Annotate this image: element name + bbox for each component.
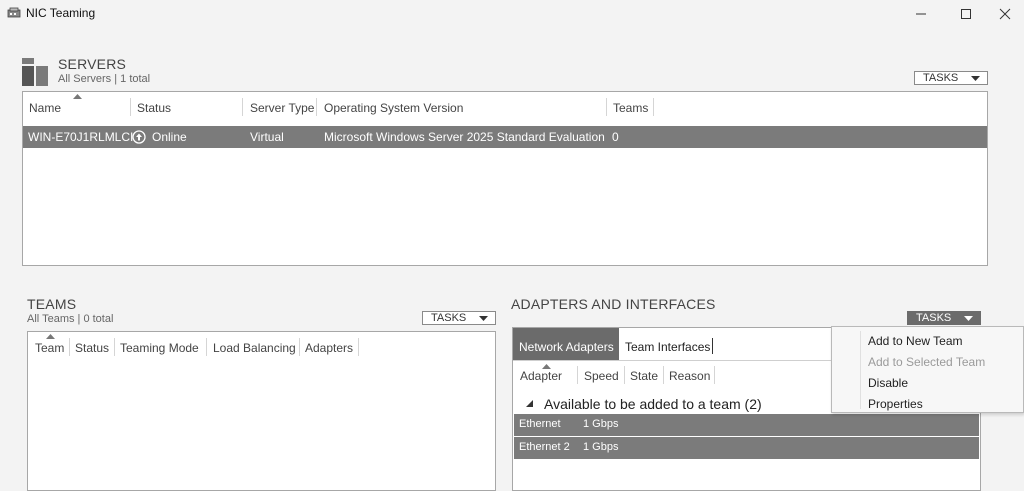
column-divider[interactable] xyxy=(714,366,715,384)
tab-label: Team Interfaces xyxy=(625,340,711,354)
online-status-icon xyxy=(132,130,146,144)
servers-table-header: Name Status Server Type Operating System… xyxy=(23,92,987,122)
teams-tasks-label: TASKS xyxy=(431,312,467,324)
tab-divider xyxy=(712,338,713,354)
column-divider[interactable] xyxy=(114,338,115,356)
maximize-icon xyxy=(961,9,971,19)
title-bar xyxy=(0,0,1024,28)
minimize-icon xyxy=(916,13,926,15)
column-divider[interactable] xyxy=(69,338,70,356)
teams-tasks-button[interactable]: TASKS xyxy=(422,311,496,325)
column-header-team[interactable]: Team xyxy=(35,341,64,355)
minimize-button[interactable] xyxy=(898,0,944,28)
menu-item-disable[interactable]: Disable xyxy=(868,376,908,390)
column-divider[interactable] xyxy=(653,98,654,116)
column-header-teaming-mode[interactable]: Teaming Mode xyxy=(120,341,199,355)
teams-table: Team Status Teaming Mode Load Balancing … xyxy=(27,331,496,491)
close-button[interactable] xyxy=(982,0,1024,28)
adapters-tasks-label: TASKS xyxy=(916,312,952,324)
column-divider[interactable] xyxy=(663,366,664,384)
server-status-cell: Online xyxy=(152,130,187,144)
adapter-name-cell: Ethernet xyxy=(519,418,561,430)
server-type-cell: Virtual xyxy=(250,130,284,144)
column-divider[interactable] xyxy=(242,98,243,116)
close-icon xyxy=(999,8,1011,20)
column-header-load-balancing[interactable]: Load Balancing xyxy=(213,341,296,355)
column-divider[interactable] xyxy=(577,366,578,384)
os-version-cell: Microsoft Windows Server 2025 Standard E… xyxy=(324,130,605,144)
column-header-status[interactable]: Status xyxy=(137,101,171,115)
column-header-name[interactable]: Name xyxy=(29,101,61,115)
adapters-title: ADAPTERS AND INTERFACES xyxy=(511,296,716,312)
window-title: NIC Teaming xyxy=(26,6,96,20)
server-name-cell: WIN-E70J1RLMLCI xyxy=(28,130,134,144)
column-divider[interactable] xyxy=(606,98,607,116)
adapter-speed-cell: 1 Gbps xyxy=(583,441,619,453)
adapter-speed-cell: 1 Gbps xyxy=(583,418,619,430)
tab-network-adapters[interactable]: Network Adapters xyxy=(513,328,619,360)
column-header-os-version[interactable]: Operating System Version xyxy=(324,101,463,115)
menu-item-properties[interactable]: Properties xyxy=(868,397,923,411)
teams-title: TEAMS xyxy=(27,296,77,312)
chevron-down-icon xyxy=(479,316,488,321)
chevron-down-icon xyxy=(971,76,980,81)
column-header-server-type[interactable]: Server Type xyxy=(250,101,314,115)
servers-icon xyxy=(22,58,50,89)
table-row[interactable]: Ethernet 2 1 Gbps xyxy=(514,437,979,459)
sort-ascending-icon xyxy=(73,94,82,99)
servers-tasks-label: TASKS xyxy=(923,72,959,84)
column-divider[interactable] xyxy=(299,338,300,356)
servers-subtitle: All Servers | 1 total xyxy=(58,73,151,85)
menu-item-add-to-selected-team[interactable]: Add to Selected Team xyxy=(868,355,985,369)
column-header-speed[interactable]: Speed xyxy=(584,369,619,383)
column-divider[interactable] xyxy=(358,338,359,356)
chevron-down-icon xyxy=(964,316,973,321)
table-row[interactable]: Ethernet 1 Gbps xyxy=(514,414,979,436)
table-row[interactable]: WIN-E70J1RLMLCI Online Virtual Microsoft… xyxy=(23,126,987,148)
servers-tasks-button[interactable]: TASKS xyxy=(914,71,988,85)
column-divider[interactable] xyxy=(206,338,207,356)
tasks-context-menu: Add to New Team Add to Selected Team Dis… xyxy=(831,326,1024,413)
adapters-tasks-button[interactable]: TASKS xyxy=(907,311,981,325)
tab-label: Network Adapters xyxy=(519,340,614,354)
sort-ascending-icon xyxy=(46,334,55,339)
teams-count-cell: 0 xyxy=(612,130,619,144)
group-header-available[interactable]: Available to be added to a team (2) xyxy=(544,396,762,412)
column-header-reason[interactable]: Reason xyxy=(669,369,710,383)
column-header-teams[interactable]: Teams xyxy=(613,101,648,115)
teams-subtitle: All Teams | 0 total xyxy=(27,313,114,325)
nic-teaming-app-icon xyxy=(7,7,21,19)
servers-title: SERVERS xyxy=(58,56,127,72)
tab-team-interfaces[interactable]: Team Interfaces xyxy=(620,328,714,360)
menu-gutter-divider xyxy=(860,331,861,409)
column-header-status[interactable]: Status xyxy=(75,341,109,355)
column-header-adapter[interactable]: Adapter xyxy=(520,369,562,383)
adapter-name-cell: Ethernet 2 xyxy=(519,441,570,453)
column-divider[interactable] xyxy=(316,98,317,116)
menu-item-add-to-new-team[interactable]: Add to New Team xyxy=(868,334,963,348)
servers-table: Name Status Server Type Operating System… xyxy=(22,91,988,266)
column-divider[interactable] xyxy=(130,98,131,116)
column-header-state[interactable]: State xyxy=(630,369,658,383)
collapse-triangle-icon[interactable] xyxy=(526,400,534,407)
column-divider[interactable] xyxy=(624,366,625,384)
column-header-adapters[interactable]: Adapters xyxy=(305,341,353,355)
